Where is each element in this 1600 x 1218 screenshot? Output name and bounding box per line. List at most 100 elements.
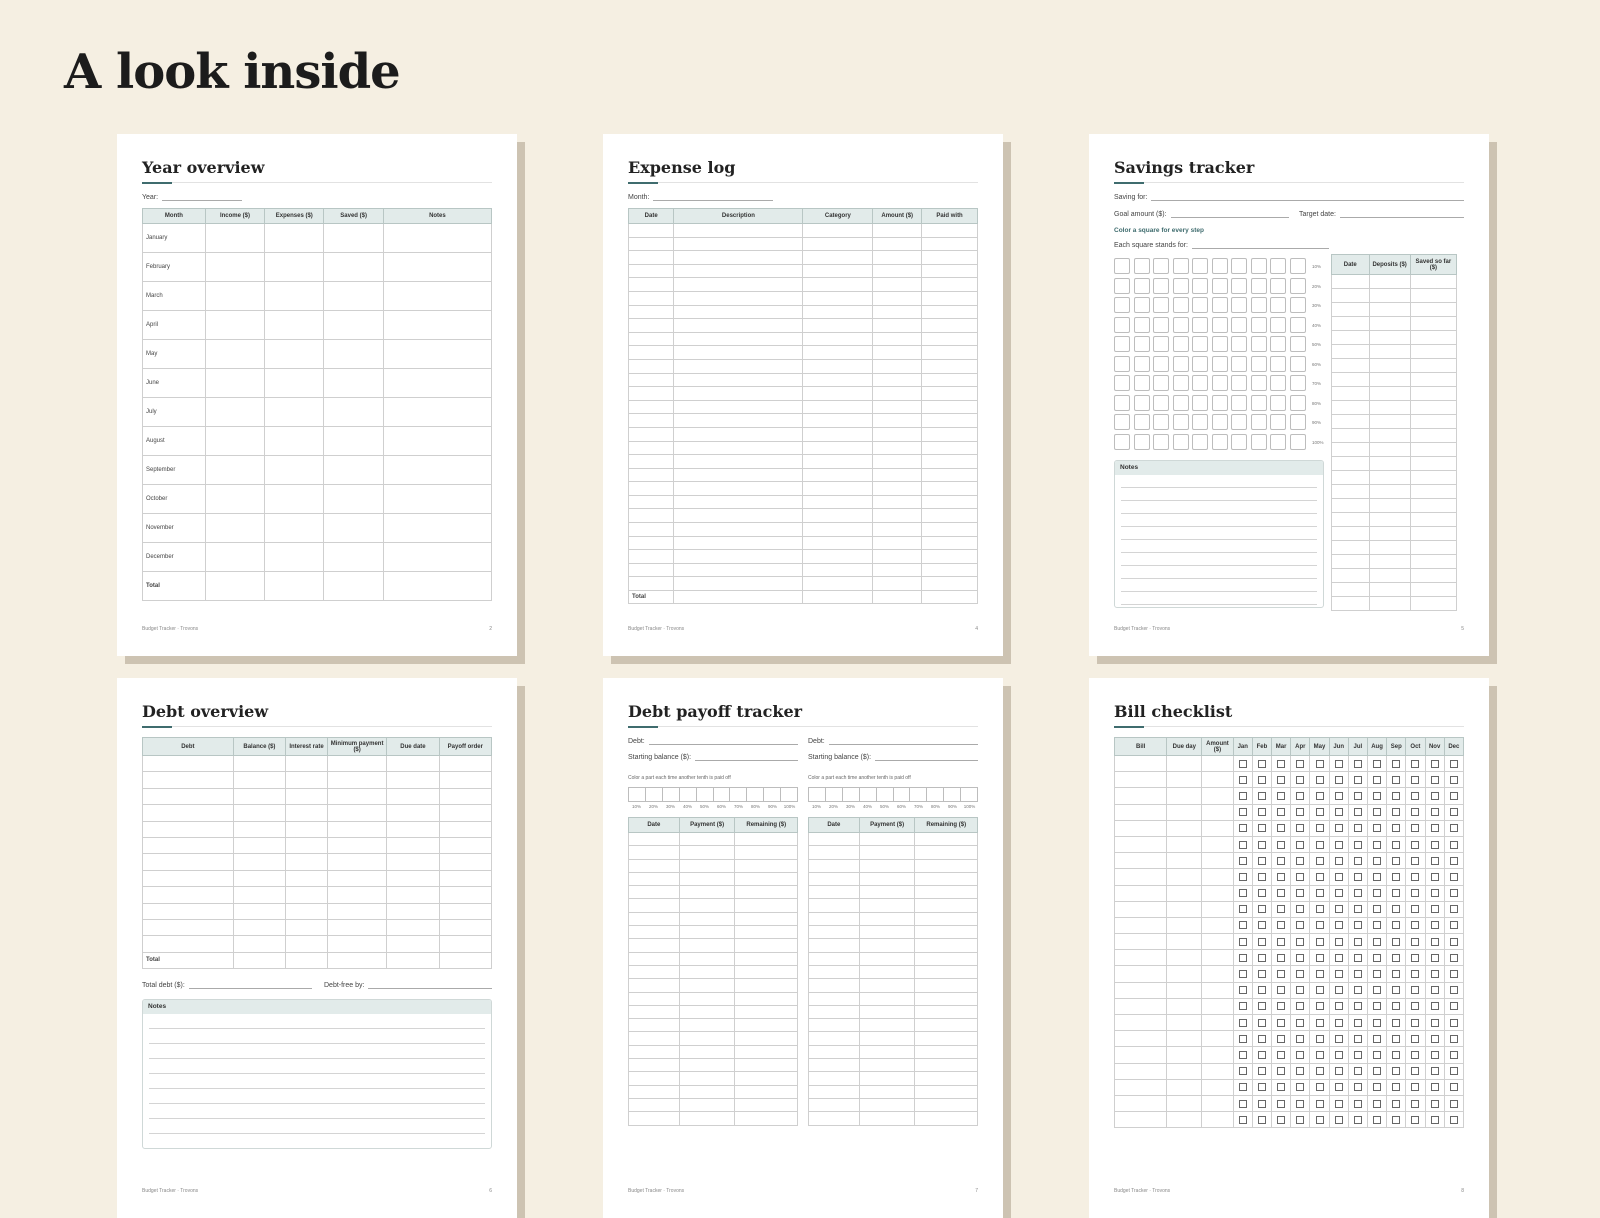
- table-row[interactable]: June: [142, 368, 493, 398]
- progress-segment[interactable]: [860, 788, 877, 801]
- month-checkbox[interactable]: [1315, 872, 1324, 881]
- month-checkbox[interactable]: [1373, 1067, 1382, 1076]
- table-row[interactable]: [808, 885, 978, 900]
- savings-square[interactable]: [1114, 316, 1130, 333]
- month-checkbox[interactable]: [1277, 1002, 1286, 1011]
- bill-row[interactable]: [1113, 1078, 1465, 1096]
- month-checkbox[interactable]: [1373, 905, 1382, 914]
- savings-square[interactable]: [1289, 433, 1306, 450]
- bill-row[interactable]: [1113, 981, 1465, 999]
- starting-balance-field[interactable]: Starting balance ($):: [628, 751, 798, 761]
- savings-square[interactable]: [1211, 297, 1228, 313]
- table-row[interactable]: [1331, 316, 1458, 331]
- month-checkbox[interactable]: [1277, 1083, 1286, 1092]
- month-checkbox[interactable]: [1353, 1083, 1362, 1092]
- month-checkbox[interactable]: [1411, 1002, 1420, 1011]
- month-checkbox[interactable]: [1334, 1099, 1343, 1108]
- month-checkbox[interactable]: [1373, 921, 1382, 930]
- month-checkbox[interactable]: [1257, 1067, 1266, 1076]
- month-checkbox[interactable]: [1353, 1099, 1362, 1108]
- month-checkbox[interactable]: [1277, 808, 1286, 817]
- month-checkbox[interactable]: [1430, 889, 1439, 898]
- month-checkbox[interactable]: [1411, 986, 1420, 995]
- month-checkbox[interactable]: [1257, 759, 1266, 768]
- table-row[interactable]: [627, 494, 978, 510]
- month-checkbox[interactable]: [1392, 921, 1401, 930]
- month-checkbox[interactable]: [1392, 905, 1401, 914]
- target-date-field[interactable]: Target date:: [1299, 208, 1464, 218]
- month-checkbox[interactable]: [1277, 889, 1286, 898]
- table-row[interactable]: [142, 935, 493, 953]
- table-row[interactable]: [1331, 302, 1458, 317]
- month-checkbox[interactable]: [1296, 1050, 1305, 1059]
- month-checkbox[interactable]: [1449, 775, 1458, 784]
- total-row[interactable]: Total: [627, 590, 978, 605]
- month-checkbox[interactable]: [1353, 775, 1362, 784]
- table-row[interactable]: [808, 1044, 978, 1060]
- month-checkbox[interactable]: [1238, 840, 1247, 849]
- month-checkbox[interactable]: [1257, 921, 1266, 930]
- month-checkbox[interactable]: [1334, 970, 1343, 979]
- month-checkbox[interactable]: [1277, 905, 1286, 914]
- table-row[interactable]: [627, 576, 978, 592]
- month-checkbox[interactable]: [1353, 872, 1362, 881]
- savings-square[interactable]: [1250, 394, 1267, 411]
- month-checkbox[interactable]: [1238, 791, 1247, 800]
- bill-row[interactable]: [1113, 771, 1465, 789]
- month-checkbox[interactable]: [1277, 791, 1286, 800]
- month-checkbox[interactable]: [1449, 1067, 1458, 1076]
- progress-segment[interactable]: [730, 788, 748, 801]
- savings-square[interactable]: [1133, 355, 1150, 372]
- table-row[interactable]: August: [142, 426, 493, 456]
- bill-row[interactable]: [1113, 835, 1465, 854]
- month-checkbox[interactable]: [1315, 759, 1324, 768]
- month-checkbox[interactable]: [1353, 953, 1362, 962]
- table-row[interactable]: [142, 804, 493, 822]
- month-checkbox[interactable]: [1411, 808, 1420, 817]
- savings-square[interactable]: [1270, 297, 1286, 313]
- progress-segment[interactable]: [781, 788, 797, 801]
- savings-square[interactable]: [1289, 297, 1306, 313]
- table-row[interactable]: [628, 858, 798, 873]
- savings-square[interactable]: [1192, 394, 1208, 411]
- month-checkbox[interactable]: [1315, 1083, 1324, 1092]
- month-checkbox[interactable]: [1296, 840, 1305, 849]
- month-checkbox[interactable]: [1411, 1067, 1420, 1076]
- month-checkbox[interactable]: [1449, 840, 1458, 849]
- savings-square[interactable]: [1153, 297, 1169, 313]
- savings-square[interactable]: [1211, 355, 1228, 372]
- table-row[interactable]: [808, 951, 978, 966]
- savings-square[interactable]: [1211, 433, 1228, 450]
- month-checkbox[interactable]: [1238, 872, 1247, 881]
- month-checkbox[interactable]: [1449, 1002, 1458, 1011]
- month-checkbox[interactable]: [1449, 759, 1458, 768]
- table-row[interactable]: [627, 304, 978, 320]
- month-checkbox[interactable]: [1334, 759, 1343, 768]
- month-checkbox[interactable]: [1334, 791, 1343, 800]
- savings-square[interactable]: [1211, 394, 1228, 411]
- month-checkbox[interactable]: [1257, 937, 1266, 946]
- bill-row[interactable]: [1113, 997, 1465, 1016]
- table-row[interactable]: [628, 1058, 798, 1073]
- table-row[interactable]: [1331, 442, 1458, 457]
- month-checkbox[interactable]: [1449, 953, 1458, 962]
- table-row[interactable]: [1331, 288, 1458, 303]
- month-checkbox[interactable]: [1334, 986, 1343, 995]
- month-checkbox[interactable]: [1315, 808, 1324, 817]
- table-row[interactable]: [627, 399, 978, 415]
- month-checkbox[interactable]: [1277, 1115, 1286, 1124]
- month-checkbox[interactable]: [1238, 953, 1247, 962]
- month-checkbox[interactable]: [1296, 905, 1305, 914]
- month-checkbox[interactable]: [1315, 1099, 1324, 1108]
- table-row[interactable]: [628, 1031, 798, 1046]
- table-row[interactable]: April: [142, 310, 493, 340]
- savings-square[interactable]: [1172, 316, 1189, 333]
- month-checkbox[interactable]: [1257, 986, 1266, 995]
- table-row[interactable]: [808, 831, 978, 847]
- table-row[interactable]: [1331, 596, 1458, 611]
- total-debt-field[interactable]: Total debt ($):: [142, 979, 312, 989]
- month-field[interactable]: Month:: [628, 191, 978, 201]
- month-checkbox[interactable]: [1373, 1099, 1382, 1108]
- month-checkbox[interactable]: [1430, 808, 1439, 817]
- month-checkbox[interactable]: [1334, 1067, 1343, 1076]
